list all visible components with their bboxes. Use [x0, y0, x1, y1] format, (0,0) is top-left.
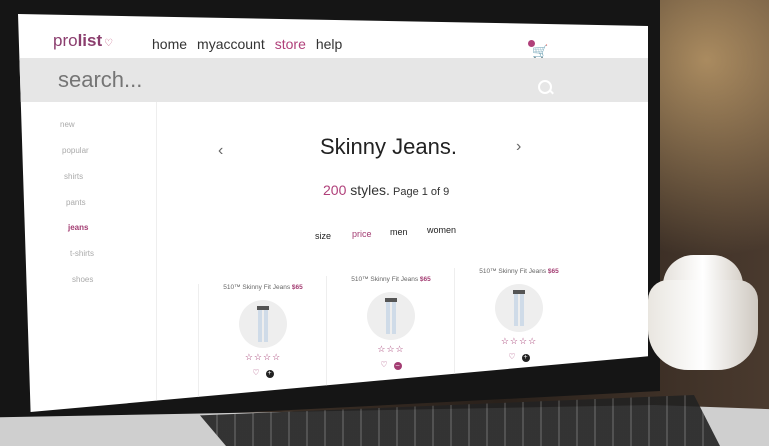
product-price: $65 — [419, 276, 431, 283]
favorite-heart-icon[interactable]: ♡ — [508, 352, 515, 361]
nav-home[interactable]: home — [152, 36, 187, 52]
result-count-text: styles. — [346, 182, 390, 198]
logo-pro: pro — [53, 31, 78, 50]
nav-help[interactable]: help — [316, 36, 342, 52]
add-to-cart-button[interactable]: + — [521, 354, 530, 362]
star-rating[interactable]: ☆☆☆☆ — [455, 336, 583, 347]
category-sidebar: new popular shirts pants jeans t-shirts … — [18, 102, 157, 412]
product-card[interactable]: 510™ Skinny Fit Jeans $65 ☆☆☆☆ ♡ + — [198, 284, 327, 404]
favorite-heart-icon[interactable]: ♡ — [252, 368, 259, 377]
product-image[interactable] — [367, 292, 415, 340]
product-actions: ♡ + — [455, 352, 583, 362]
jeans-icon — [257, 306, 269, 342]
result-count-number: 200 — [323, 182, 347, 198]
product-name: 510™ Skinny Fit Jeans $65 — [479, 268, 559, 275]
sidebar-item-pants[interactable]: pants — [66, 198, 86, 207]
sidebar-item-t-shirts[interactable]: t-shirts — [70, 249, 94, 258]
logo-list: list — [77, 31, 103, 50]
page-title: Skinny Jeans. — [320, 134, 457, 159]
sidebar-item-shirts[interactable]: shirts — [64, 172, 83, 181]
sugar-bowl-body — [648, 280, 758, 370]
filter-price[interactable]: price — [352, 229, 372, 239]
product-price: $65 — [291, 284, 303, 291]
filter-size[interactable]: size — [315, 231, 331, 241]
sidebar-item-new[interactable]: new — [60, 120, 75, 129]
product-name: 510™ Skinny Fit Jeans $65 — [223, 284, 303, 291]
filter-men[interactable]: men — [390, 227, 408, 237]
search-icon[interactable] — [538, 80, 552, 94]
product-actions: ♡ + — [199, 368, 327, 378]
nav-myaccount[interactable]: myaccount — [197, 36, 265, 52]
star-rating[interactable]: ☆☆☆☆ — [199, 352, 327, 363]
sidebar-item-jeans[interactable]: jeans — [68, 223, 88, 232]
browser-screen: prolist♡ home myaccount store help 🛒 new… — [18, 14, 648, 412]
favorite-heart-icon[interactable]: ♡ — [380, 360, 387, 369]
sidebar-item-popular[interactable]: popular — [62, 146, 89, 155]
star-rating[interactable]: ☆☆☆ — [327, 344, 455, 355]
product-name: 510™ Skinny Fit Jeans $65 — [351, 276, 431, 283]
filter-women[interactable]: women — [427, 225, 456, 235]
search-bar — [18, 58, 648, 102]
main-nav: home myaccount store help — [152, 36, 342, 52]
search-input[interactable] — [56, 66, 480, 94]
remove-from-cart-button[interactable]: – — [393, 362, 402, 370]
cart-badge — [528, 40, 535, 47]
jeans-icon — [385, 298, 397, 334]
product-image[interactable] — [239, 300, 287, 348]
product-price: $65 — [547, 268, 559, 275]
jeans-icon — [513, 290, 525, 326]
page-indicator: Page 1 of 9 — [389, 186, 450, 198]
result-count: 200 styles. Page 1 of 9 — [323, 182, 449, 198]
prev-arrow-icon[interactable]: ‹ — [218, 142, 223, 160]
product-image[interactable] — [495, 284, 543, 332]
logo-heart-icon: ♡ — [104, 38, 114, 49]
add-to-cart-button[interactable]: + — [265, 370, 274, 378]
nav-store[interactable]: store — [275, 36, 306, 52]
sidebar-item-shoes[interactable]: shoes — [72, 275, 93, 284]
product-actions: ♡ – — [327, 360, 455, 370]
sugar-bowl — [648, 250, 769, 380]
next-arrow-icon[interactable]: › — [516, 138, 521, 156]
logo[interactable]: prolist ♡ — [53, 31, 113, 51]
